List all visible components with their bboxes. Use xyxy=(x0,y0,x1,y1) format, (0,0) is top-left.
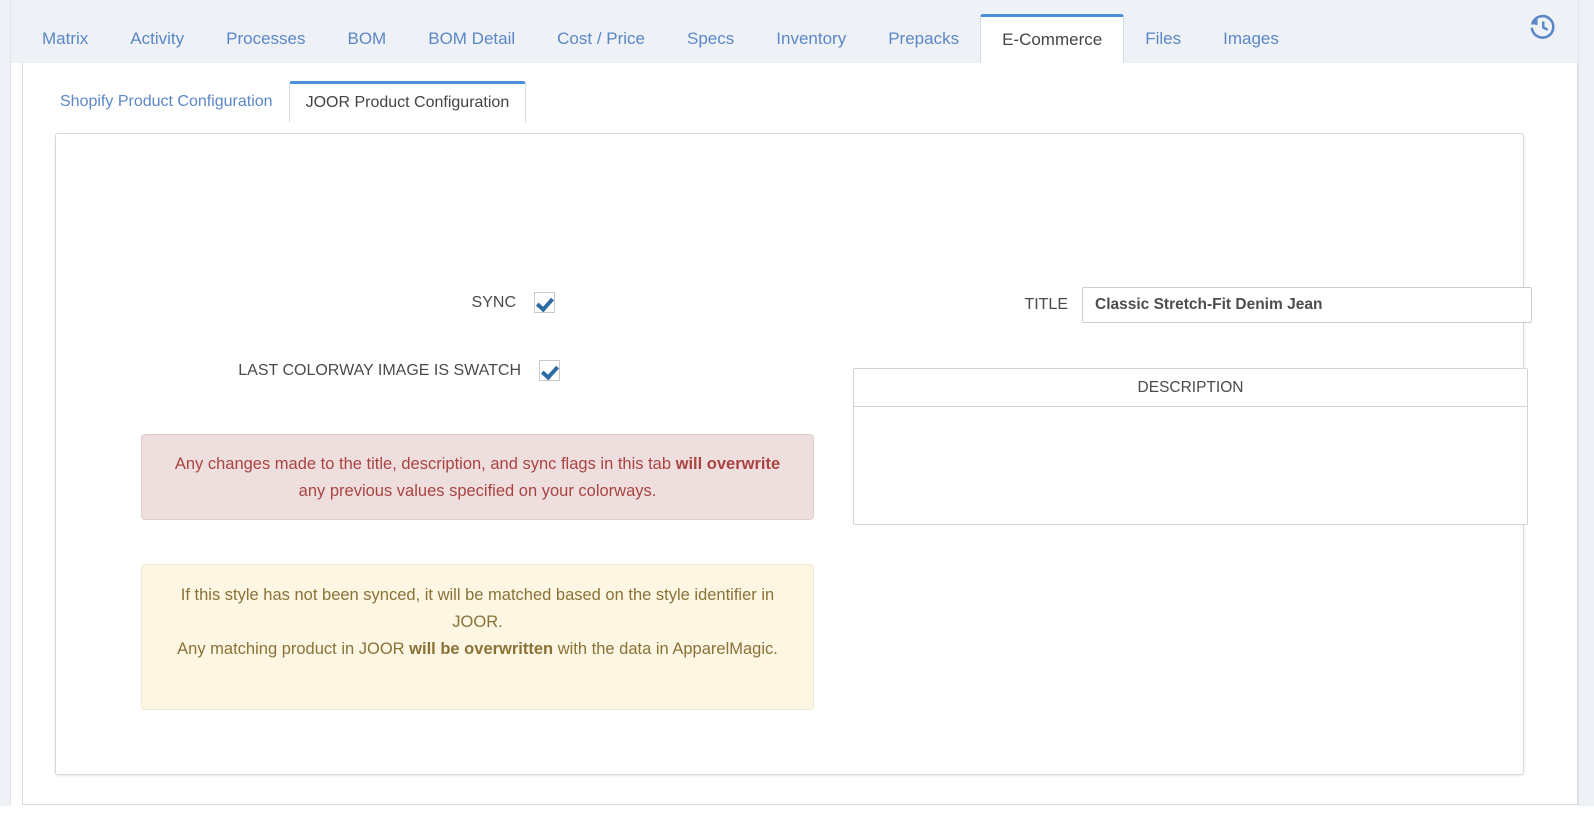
joor-match-warning-text-part3: with the data in ApparelMagic. xyxy=(553,640,778,658)
tab-bom-detail[interactable]: BOM Detail xyxy=(407,14,536,63)
description-textarea[interactable] xyxy=(854,407,1527,519)
joor-match-warning-alert: If this style has not been synced, it wi… xyxy=(141,564,814,710)
last-colorway-image-is-swatch-checkbox[interactable] xyxy=(539,360,560,381)
joor-match-warning-text-part2: Any matching product in JOOR xyxy=(177,640,410,658)
tab-images[interactable]: Images xyxy=(1202,14,1300,63)
overwrite-warning-text-part1: Any changes made to the title, descripti… xyxy=(174,455,676,473)
joor-match-warning-text-part1: If this style has not been synced, it wi… xyxy=(180,586,775,631)
title-field-row: TITLE xyxy=(1016,287,1532,323)
history-icon[interactable] xyxy=(1528,12,1558,42)
title-input[interactable] xyxy=(1082,287,1532,323)
tab-prepacks[interactable]: Prepacks xyxy=(867,14,980,63)
sync-label: SYNC xyxy=(471,293,516,311)
last-colorway-image-is-swatch-field-row: LAST COLORWAY IMAGE IS SWATCH xyxy=(181,360,560,381)
sync-field-row: SYNC xyxy=(416,292,555,313)
subtab-shopify-product-configuration[interactable]: Shopify Product Configuration xyxy=(44,81,289,123)
overwrite-warning-text-part2: any previous values specified on your co… xyxy=(298,482,657,500)
description-block: DESCRIPTION xyxy=(853,368,1528,525)
window-right-rail xyxy=(1578,0,1594,806)
subtab-joor-product-configuration[interactable]: JOOR Product Configuration xyxy=(288,81,527,123)
joor-configuration-card: SYNC LAST COLORWAY IMAGE IS SWATCH Any c… xyxy=(55,133,1532,775)
tab-matrix[interactable]: Matrix xyxy=(21,14,109,63)
primary-tab-list: Matrix Activity Processes BOM BOM Detail Cost… xyxy=(11,0,1300,63)
tab-specs[interactable]: Specs xyxy=(666,14,755,63)
tab-files[interactable]: Files xyxy=(1124,14,1202,63)
title-label: TITLE xyxy=(1024,296,1068,313)
tab-inventory[interactable]: Inventory xyxy=(755,14,867,63)
application-window: Matrix Activity Processes BOM BOM Detail Cost… xyxy=(0,0,1594,826)
primary-tab-bar: Matrix Activity Processes BOM BOM Detail Cost… xyxy=(11,0,1578,63)
joor-match-warning-text-strong: will be overwritten xyxy=(409,640,554,658)
overwrite-warning-text-strong: will overwrite xyxy=(675,455,781,473)
overwrite-warning-alert: Any changes made to the title, descripti… xyxy=(141,434,814,520)
sync-checkbox[interactable] xyxy=(534,292,555,313)
tab-activity[interactable]: Activity xyxy=(109,14,205,63)
tab-processes[interactable]: Processes xyxy=(205,14,326,63)
description-label: DESCRIPTION xyxy=(854,369,1527,407)
tab-e-commerce[interactable]: E-Commerce xyxy=(980,14,1125,63)
tab-bom[interactable]: BOM xyxy=(327,14,408,63)
last-colorway-image-is-swatch-label: LAST COLORWAY IMAGE IS SWATCH xyxy=(238,361,521,379)
tab-cost-price[interactable]: Cost / Price xyxy=(536,14,666,63)
secondary-tab-list: Shopify Product Configuration JOOR Produc… xyxy=(44,81,527,123)
window-left-rail xyxy=(0,0,11,806)
